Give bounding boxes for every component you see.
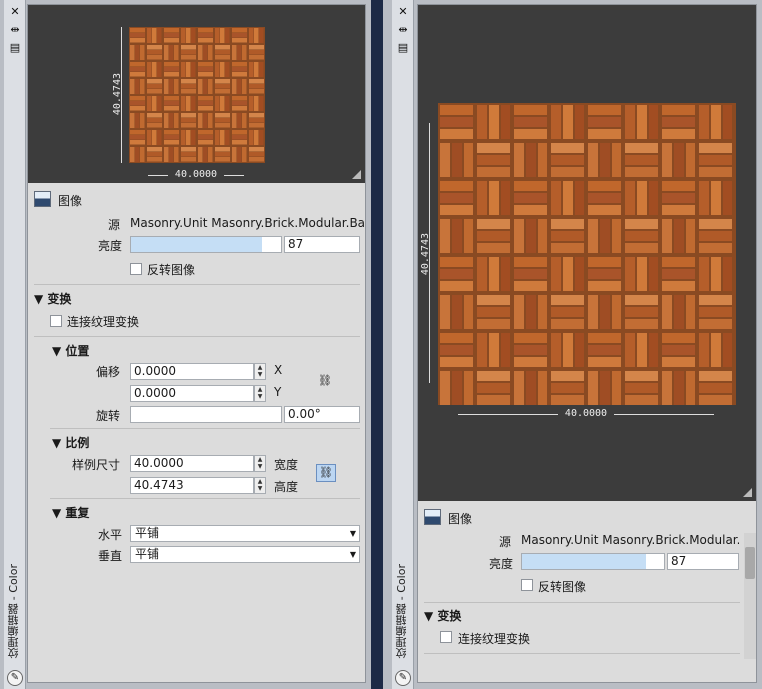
link-transforms-label: 连接纹理变换 bbox=[458, 632, 531, 646]
invert-image-label: 反转图像 bbox=[538, 580, 587, 594]
sample-size-label: 样例尺寸 bbox=[72, 458, 121, 472]
repeat-header[interactable]: ▼ 重复 bbox=[52, 504, 89, 521]
chain-link-icon[interactable]: ⛓ bbox=[318, 374, 332, 387]
offset-y-input[interactable]: 0.0000 bbox=[130, 385, 254, 402]
texture-preview: 40.4743 40.0000 bbox=[418, 5, 756, 501]
brightness-slider[interactable] bbox=[130, 236, 282, 253]
texture-preview: 40.4743 40.0000 bbox=[28, 5, 365, 183]
right-editor-panel: 40.4743 40.0000 图像 源 Masonry.Unit Masonr… bbox=[417, 4, 757, 683]
properties-icon[interactable]: ▤ bbox=[8, 42, 22, 54]
transforms-header[interactable]: ▼ 变换 bbox=[424, 607, 461, 624]
position-header[interactable]: ▼ 位置 bbox=[52, 342, 89, 359]
height-label: 高度 bbox=[274, 480, 299, 494]
properties-icon[interactable]: ▤ bbox=[396, 42, 410, 54]
source-value[interactable]: Masonry.Unit Masonry.Brick.Modular. bbox=[521, 533, 739, 547]
image-icon bbox=[34, 191, 51, 207]
rotation-label: 旋转 bbox=[96, 409, 121, 423]
rotation-slider[interactable] bbox=[130, 406, 282, 423]
brightness-input[interactable]: 87 bbox=[667, 553, 739, 570]
image-section-title: 图像 bbox=[58, 194, 83, 208]
image-section-title: 图像 bbox=[448, 512, 473, 526]
brightness-slider[interactable] bbox=[521, 553, 665, 570]
rotation-input[interactable]: 0.00° bbox=[284, 406, 360, 423]
scale-height-input[interactable]: 40.4743 bbox=[130, 477, 254, 494]
offset-x-input[interactable]: 0.0000 bbox=[130, 363, 254, 380]
pen-icon[interactable]: ✎ bbox=[7, 670, 23, 686]
link-transforms-checkbox[interactable] bbox=[440, 631, 452, 643]
scale-width-input[interactable]: 40.0000 bbox=[130, 455, 254, 472]
source-label: 源 bbox=[499, 535, 512, 549]
link-transforms-checkbox[interactable] bbox=[50, 315, 62, 327]
image-icon bbox=[424, 509, 441, 525]
horizontal-label: 水平 bbox=[98, 528, 123, 542]
palette-title: 纹理编辑器 - Color bbox=[7, 564, 20, 659]
right-palette-titlebar: ✕ ⇹ ▤ 纹理编辑器 - Color ✎ bbox=[392, 0, 414, 689]
preview-width-label: 40.0000 bbox=[168, 169, 224, 180]
scale-width-spinner[interactable]: ▲ ▼ bbox=[254, 455, 266, 472]
offset-y-spinner[interactable]: ▲ ▼ bbox=[254, 385, 266, 402]
width-label: 宽度 bbox=[274, 458, 299, 472]
x-label: X bbox=[274, 363, 283, 377]
y-label: Y bbox=[274, 385, 282, 399]
source-value[interactable]: Masonry.Unit Masonry.Brick.Modular.Ba bbox=[130, 216, 365, 230]
scrollbar-thumb[interactable] bbox=[745, 547, 755, 579]
palette-title: 纹理编辑器 - Color bbox=[395, 564, 408, 659]
transforms-header[interactable]: ▼ 变换 bbox=[34, 290, 71, 307]
offset-label: 偏移 bbox=[96, 365, 121, 379]
offset-x-spinner[interactable]: ▲ ▼ bbox=[254, 363, 266, 380]
brick-texture-image bbox=[438, 103, 736, 405]
close-icon[interactable]: ✕ bbox=[8, 6, 22, 18]
scale-height-spinner[interactable]: ▲ ▼ bbox=[254, 477, 266, 494]
vertical-repeat-select[interactable]: 平铺 ▼ bbox=[130, 546, 360, 563]
left-editor-panel: 40.4743 40.0000 图像 源 Masonry.Unit Masonr… bbox=[27, 4, 366, 683]
resize-grip[interactable] bbox=[352, 170, 361, 179]
pin-icon[interactable]: ⇹ bbox=[396, 24, 410, 36]
pin-icon[interactable]: ⇹ bbox=[8, 24, 22, 36]
link-transforms-label: 连接纹理变换 bbox=[67, 315, 140, 329]
scale-header[interactable]: ▼ 比例 bbox=[52, 434, 89, 451]
source-label: 源 bbox=[108, 218, 121, 232]
preview-height-label: 40.4743 bbox=[112, 73, 123, 116]
brightness-label: 亮度 bbox=[98, 239, 123, 253]
lock-aspect-chain-icon[interactable]: ⛓ bbox=[316, 464, 336, 482]
pen-icon[interactable]: ✎ bbox=[395, 670, 411, 686]
palette-divider bbox=[371, 0, 383, 689]
vertical-label: 垂直 bbox=[98, 549, 123, 563]
preview-width-label: 40.0000 bbox=[558, 408, 614, 419]
brightness-input[interactable]: 87 bbox=[284, 236, 360, 253]
resize-grip[interactable] bbox=[743, 488, 752, 497]
horizontal-repeat-select[interactable]: 平铺 ▼ bbox=[130, 525, 360, 542]
preview-height-label: 40.4743 bbox=[420, 233, 431, 276]
left-palette-titlebar: ✕ ⇹ ▤ 纹理编辑器 - Color ✎ bbox=[4, 0, 26, 689]
invert-image-checkbox[interactable] bbox=[521, 579, 533, 591]
brightness-label: 亮度 bbox=[489, 557, 514, 571]
invert-image-label: 反转图像 bbox=[147, 263, 196, 277]
close-icon[interactable]: ✕ bbox=[396, 6, 410, 18]
vertical-scrollbar[interactable] bbox=[744, 533, 756, 659]
invert-image-checkbox[interactable] bbox=[130, 263, 142, 275]
brick-texture-image bbox=[129, 27, 265, 163]
